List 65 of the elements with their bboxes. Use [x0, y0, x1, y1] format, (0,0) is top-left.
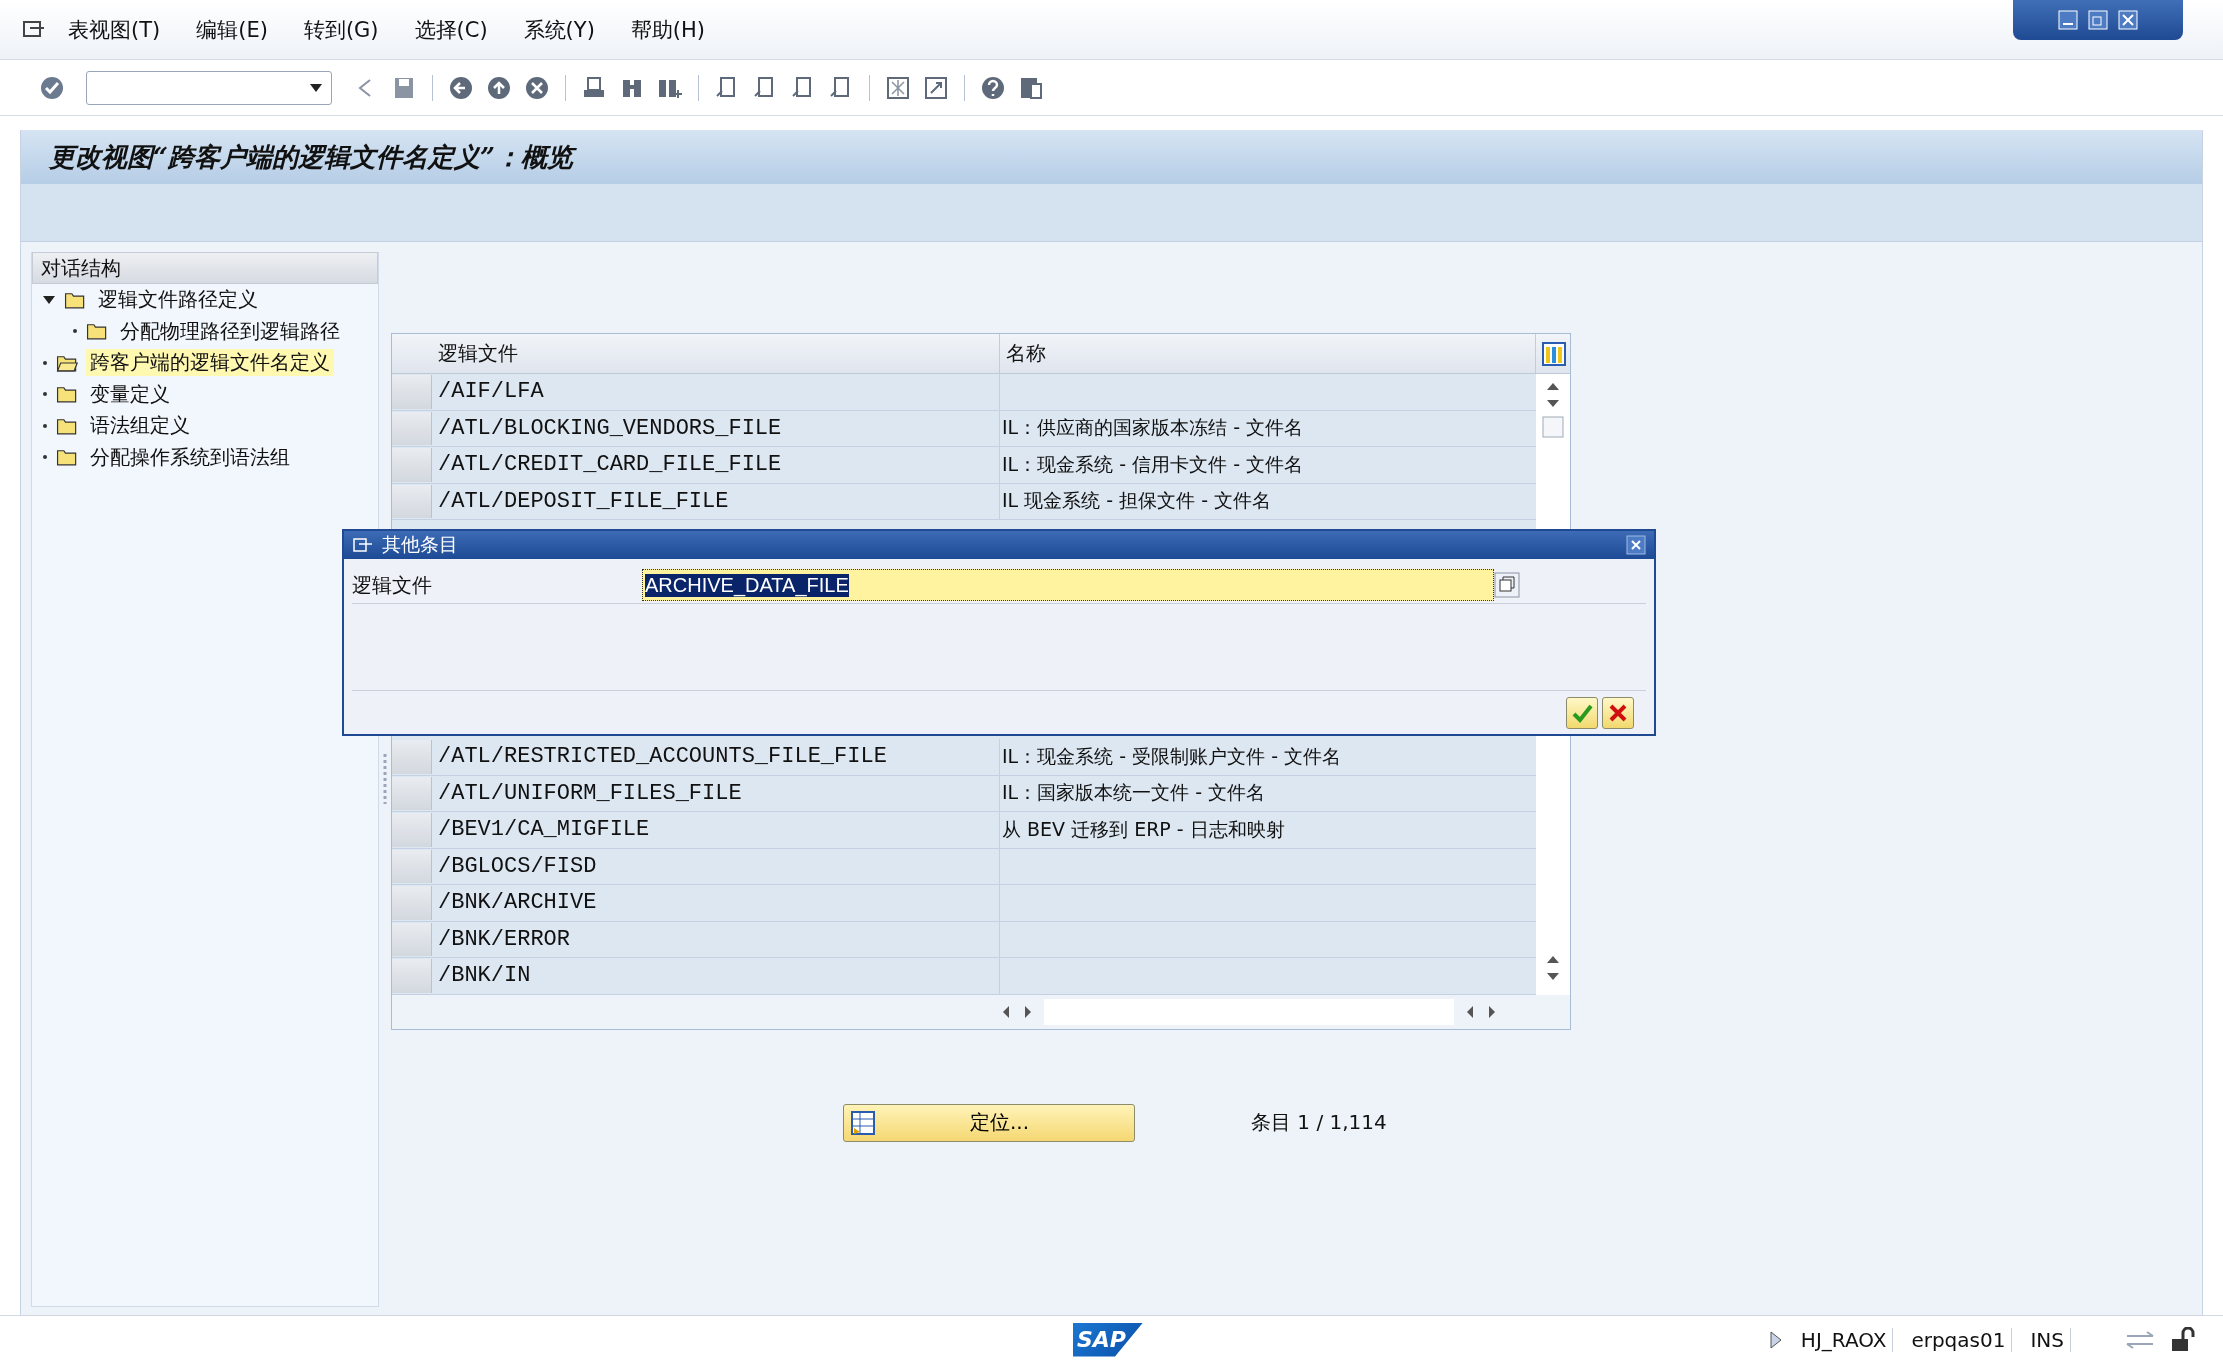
logo: SAP	[1073, 1322, 1143, 1357]
close-icon[interactable]	[1626, 535, 1646, 555]
table-cell-text: IL：现金系统 - 信用卡文件 - 文件名	[1001, 451, 1305, 477]
minimize-icon[interactable]	[2058, 10, 2078, 30]
bullet-icon	[42, 422, 48, 429]
input-field[interactable]: ARCHIVE_DATA_FILE	[642, 569, 1494, 601]
table-cell: /BNK/IN	[432, 958, 1000, 994]
bullet-icon	[42, 391, 48, 398]
menu-item[interactable]: 帮助(H)	[614, 15, 721, 44]
caret-down-icon[interactable]	[309, 82, 323, 93]
menu-item[interactable]: 系统(Y)	[507, 15, 611, 44]
scroll-thumb[interactable]	[1542, 416, 1564, 438]
cancel-button[interactable]	[1602, 696, 1634, 729]
table-cell: /ATL/UNIFORM_FILES_FILE	[432, 775, 1000, 811]
user-name: HJ_RAOX	[1794, 1327, 1894, 1352]
table-cell: /ATL/CREDIT_CARD_FILE_FILE	[432, 447, 1000, 483]
menu-item[interactable]: 表视图(T)	[52, 15, 177, 44]
tree-item[interactable]: 分配物理路径到逻辑路径	[116, 317, 344, 345]
table-cell-text: IL：供应商的国家版本冻结 - 文件名	[1001, 415, 1305, 441]
table-cell: /ATL/BLOCKING_VENDORS_FILE	[432, 410, 1000, 446]
table-cell: /ATL/RESTRICTED_ACCOUNTS_FILE_FILE	[432, 739, 1000, 775]
scroll-right-icon[interactable]	[1486, 1003, 1498, 1020]
bullet-icon	[42, 454, 48, 461]
menu-item[interactable]: 选择(C)	[398, 15, 504, 44]
tree-header: 对话结构	[32, 252, 378, 284]
tree-item[interactable]: 逻辑文件路径定义	[94, 286, 262, 314]
bullet-icon	[72, 328, 78, 335]
close-icon	[1608, 702, 1628, 723]
tree-item[interactable]: 分配操作系统到语法组	[86, 443, 294, 471]
splitter-handle-icon[interactable]	[383, 753, 387, 804]
table-cell-text: 从 BEV 迁移到 ERP - 日志和映射	[1001, 816, 1286, 842]
table-cell: /BNK/ARCHIVE	[432, 885, 1000, 921]
field-label: 逻辑文件	[352, 571, 433, 599]
bullet-icon	[42, 359, 48, 366]
table-cell: /BGLOCS/FISD	[432, 848, 1000, 884]
confirm-button[interactable]	[1566, 696, 1598, 729]
table-cell: /BEV1/CA_MIGFILE	[432, 812, 1000, 848]
tree-item[interactable]: 跨客户端的逻辑文件名定义	[86, 349, 334, 377]
dialog-menu-icon[interactable]	[352, 536, 374, 554]
padlock-icon[interactable]	[2169, 1326, 2195, 1353]
tree-item[interactable]: 语法组定义	[86, 412, 194, 440]
server-name: erpqas01	[1905, 1327, 2013, 1352]
screen-title: 更改视图“跨客户端的逻辑文件名定义”：概览	[21, 130, 2202, 184]
copy-icon[interactable]	[1494, 572, 1520, 598]
column-settings-icon[interactable]	[1542, 341, 1566, 366]
column-header[interactable]: 逻辑文件	[432, 334, 1000, 373]
menu-item[interactable]: 转到(G)	[287, 15, 395, 44]
position-button[interactable]: 定位...	[843, 1103, 1135, 1142]
table-cell-text: IL 现金系统 - 担保文件 - 文件名	[1001, 488, 1273, 514]
table-cell: /BNK/ERROR	[432, 921, 1000, 957]
input-mode: INS	[2024, 1327, 2071, 1352]
entry-count: 条目 1 / 1,114	[1251, 1109, 1387, 1136]
caret-down-icon[interactable]	[42, 294, 56, 305]
table-cell: /AIF/LFA	[432, 374, 1000, 410]
triangle-right-icon[interactable]	[1768, 1329, 1783, 1350]
menu-item[interactable]: 编辑(E)	[180, 15, 284, 44]
table-cell: /ATL/DEPOSIT_FILE_FILE	[432, 483, 1000, 519]
tree-item[interactable]: 变量定义	[86, 380, 174, 408]
command-field[interactable]	[86, 70, 332, 105]
scroll-right-icon[interactable]	[1022, 1003, 1034, 1020]
column-header[interactable]: 名称	[1000, 334, 1536, 373]
table-cell-text: IL：现金系统 - 受限制账户文件 - 文件名	[1001, 743, 1343, 769]
dialog-title: 其他条目	[382, 532, 458, 557]
table-cell-text: IL：国家版本统一文件 - 文件名	[1001, 780, 1267, 806]
table-icon	[850, 1109, 878, 1136]
